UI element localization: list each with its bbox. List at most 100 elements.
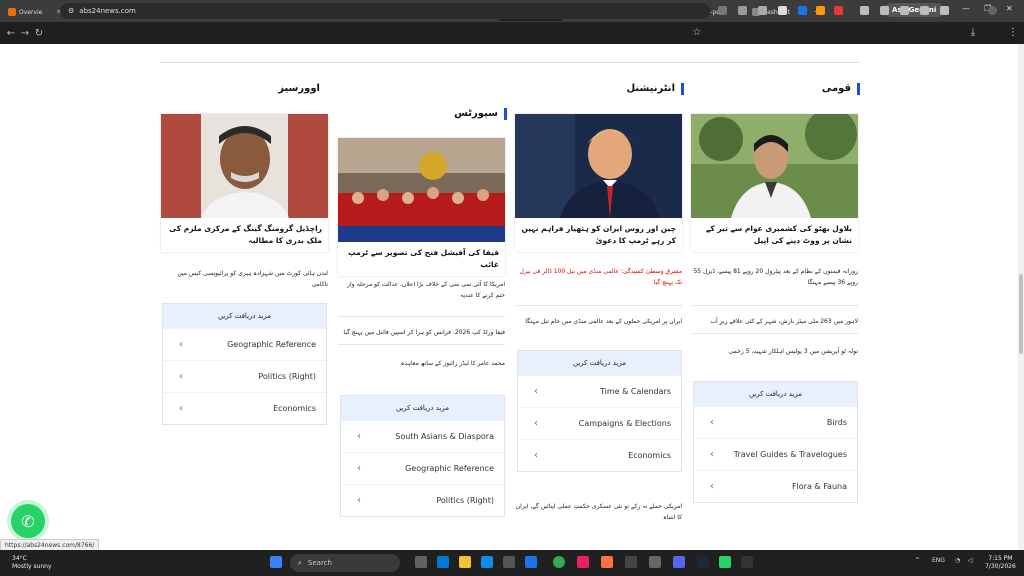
tray-chevron-icon[interactable]: ^ bbox=[915, 557, 920, 564]
explore-topic-link[interactable]: ‹ Politics (Right) bbox=[163, 360, 326, 392]
news-item[interactable]: روزانہ قیمتوں کے نظام کے بعد پیٹرول 20 ر… bbox=[691, 266, 858, 306]
whatsapp-app-icon[interactable] bbox=[719, 556, 731, 568]
news-headline[interactable]: فیفا کی آفیشل فتح کی تصویر سے ٹرمپ غائب bbox=[338, 242, 505, 276]
section-heading-sports[interactable]: سپورٹس bbox=[430, 108, 507, 120]
news-headline[interactable]: بلاول بھٹو کی کشمیری عوام سے تیر کے نشان… bbox=[691, 218, 858, 252]
reload-icon[interactable]: ↻ bbox=[32, 28, 46, 39]
search-icon: ⌕ bbox=[298, 558, 302, 567]
extension-icon[interactable] bbox=[738, 6, 747, 15]
taskbar-app-icon[interactable] bbox=[503, 556, 515, 568]
minimize-icon[interactable]: — bbox=[962, 4, 970, 13]
section-heading-qaumi[interactable]: قومی bbox=[800, 83, 860, 95]
taskbar-app-icon[interactable] bbox=[649, 556, 661, 568]
extension-icon[interactable] bbox=[778, 6, 787, 15]
chevron-left-icon: ‹ bbox=[357, 463, 361, 474]
extension-icon[interactable] bbox=[880, 6, 889, 15]
weather-temp: 34°C bbox=[12, 555, 27, 562]
extension-icon[interactable] bbox=[940, 6, 949, 15]
taskbar-app-icon[interactable] bbox=[741, 556, 753, 568]
news-item[interactable]: مشرقِ وسطیٰ کشیدگی؛ عالمی منڈی میں تیل 1… bbox=[515, 266, 682, 306]
explore-topic-link[interactable]: ‹ Time & Calendars bbox=[518, 375, 681, 407]
news-item[interactable]: لاہور میں 263 ملی میٹر بارش، شہر کے کئی … bbox=[691, 316, 858, 334]
taskbar: 34°C Mostly sunny ⌕ Search ^ ENG ◔ ◁ 7:1… bbox=[0, 550, 1024, 576]
news-card[interactable]: بلاول بھٹو کی کشمیری عوام سے تیر کے نشان… bbox=[691, 114, 858, 252]
discord-icon[interactable] bbox=[673, 556, 685, 568]
profile-avatar[interactable] bbox=[988, 6, 997, 15]
url-text: abs24news.com bbox=[79, 7, 136, 15]
scrollbar-thumb[interactable] bbox=[1019, 274, 1023, 354]
explore-topic-link[interactable]: ‹ Economics bbox=[163, 392, 326, 424]
taskbar-app-icon[interactable] bbox=[601, 556, 613, 568]
extension-icon[interactable] bbox=[834, 6, 843, 15]
news-headline[interactable]: راچڈیل گرومنگ گینگ کے مرکزی ملزم کی ملک … bbox=[161, 218, 328, 252]
extension-icon[interactable] bbox=[758, 6, 767, 15]
chevron-left-icon: ‹ bbox=[534, 450, 538, 461]
weather-widget[interactable]: 34°C Mostly sunny bbox=[12, 555, 52, 571]
close-window-icon[interactable]: ✕ bbox=[1006, 4, 1013, 13]
chevron-left-icon: ‹ bbox=[710, 417, 714, 428]
news-card[interactable]: چین اور روس ایران کو ہتھیار فراہم نہیں ک… bbox=[515, 114, 682, 252]
explore-topic-link[interactable]: ‹ Travel Guides & Travelogues bbox=[694, 438, 857, 470]
page-scrollbar[interactable] bbox=[1018, 44, 1024, 550]
explore-topic-link[interactable]: ‹ Geographic Reference bbox=[163, 328, 326, 360]
bookmark-star-icon[interactable]: ☆ bbox=[690, 27, 704, 38]
news-image[interactable] bbox=[161, 114, 328, 218]
news-headline[interactable]: چین اور روس ایران کو ہتھیار فراہم نہیں ک… bbox=[515, 218, 682, 252]
extension-icon[interactable] bbox=[718, 6, 727, 15]
browser-menu-icon[interactable]: ⋮ bbox=[1006, 27, 1020, 38]
extension-icon[interactable] bbox=[920, 6, 929, 15]
language-indicator[interactable]: ENG bbox=[932, 557, 945, 564]
forward-icon[interactable]: → bbox=[18, 28, 32, 39]
task-view-icon[interactable] bbox=[415, 556, 427, 568]
section-heading-overseas[interactable]: اوورسیز bbox=[260, 83, 326, 95]
news-item[interactable]: امریکی حملے نہ رکے تو نئی عسکری حکمتِ عم… bbox=[515, 501, 682, 529]
taskbar-app-icon[interactable] bbox=[577, 556, 589, 568]
chevron-left-icon: ‹ bbox=[710, 449, 714, 460]
explore-more-heading: مزید دریافت کریں bbox=[694, 382, 857, 406]
browser-tab[interactable]: Overvie ✕ bbox=[4, 3, 66, 21]
amazon-icon[interactable] bbox=[816, 6, 825, 15]
news-image[interactable] bbox=[691, 114, 858, 218]
whatsapp-icon[interactable]: ✆ bbox=[11, 504, 45, 538]
explore-more-box: مزید دریافت کریں ‹ South Asians & Diaspor… bbox=[340, 395, 505, 517]
wifi-icon[interactable]: ◔ bbox=[955, 557, 960, 564]
url-field[interactable]: ⚙ abs24news.com bbox=[60, 3, 710, 19]
explore-topic-link[interactable]: ‹ South Asians & Diaspora bbox=[341, 420, 504, 452]
volume-icon[interactable]: ◁ bbox=[968, 557, 973, 564]
chrome-icon[interactable] bbox=[553, 556, 565, 568]
terminal-icon[interactable] bbox=[625, 556, 637, 568]
explore-topic-link[interactable]: ‹ Birds bbox=[694, 406, 857, 438]
news-item[interactable]: لندن ہائی کورٹ میں شہزادہ ہیری کو پرائیو… bbox=[161, 268, 328, 296]
back-icon[interactable]: ← bbox=[4, 28, 18, 39]
news-image[interactable] bbox=[515, 114, 682, 218]
explore-topic-link[interactable]: ‹ Geographic Reference bbox=[341, 452, 504, 484]
start-icon[interactable] bbox=[270, 556, 282, 568]
explore-topic-link[interactable]: ‹ Economics bbox=[518, 439, 681, 471]
extension-icon[interactable] bbox=[798, 6, 807, 15]
news-item[interactable]: محمد عامر کا لیڈز رائنوز کے ساتھ معاہدہ bbox=[338, 358, 505, 375]
site-info-icon[interactable]: ⚙ bbox=[68, 7, 74, 15]
news-item[interactable]: فیفا ورلڈ کپ 2026: فرانس کو ہرا کر اسپین… bbox=[338, 327, 505, 345]
explore-topic-link[interactable]: ‹ Politics (Right) bbox=[341, 484, 504, 516]
clock[interactable]: 7:15 PM 7/30/2026 bbox=[985, 555, 1016, 571]
news-item[interactable]: امریکا کا آئی سی سی کے خلاف بڑا اعلان، ع… bbox=[338, 279, 505, 317]
news-item[interactable]: تولہ ٹو آپریشن میں 3 پولیس اہلکار شہید، … bbox=[691, 346, 858, 363]
download-icon[interactable]: ⤓ bbox=[966, 27, 980, 38]
taskbar-search[interactable]: ⌕ Search bbox=[290, 554, 400, 572]
explore-topic-link[interactable]: ‹ Campaigns & Elections bbox=[518, 407, 681, 439]
taskbar-app-icon[interactable] bbox=[525, 556, 537, 568]
explore-topic-link[interactable]: ‹ Flora & Fauna bbox=[694, 470, 857, 502]
news-card[interactable]: فیفا کی آفیشل فتح کی تصویر سے ٹرمپ غائب bbox=[338, 138, 505, 276]
ask-gemini-button[interactable]: Ask Gemini bbox=[884, 3, 945, 17]
section-heading-international[interactable]: انٹرنیشنل bbox=[600, 83, 684, 95]
news-card[interactable]: راچڈیل گرومنگ گینگ کے مرکزی ملزم کی ملک … bbox=[161, 114, 328, 252]
divider bbox=[160, 62, 860, 63]
edge-icon[interactable] bbox=[481, 556, 493, 568]
file-explorer-icon[interactable] bbox=[459, 556, 471, 568]
extension-icon[interactable] bbox=[900, 6, 909, 15]
extension-icon[interactable] bbox=[860, 6, 869, 15]
taskbar-app-icon[interactable] bbox=[437, 556, 449, 568]
news-image[interactable] bbox=[338, 138, 505, 242]
steam-icon[interactable] bbox=[697, 556, 709, 568]
news-item[interactable]: ایران پر امریکی حملوں کے بعد عالمی منڈی … bbox=[515, 316, 682, 333]
